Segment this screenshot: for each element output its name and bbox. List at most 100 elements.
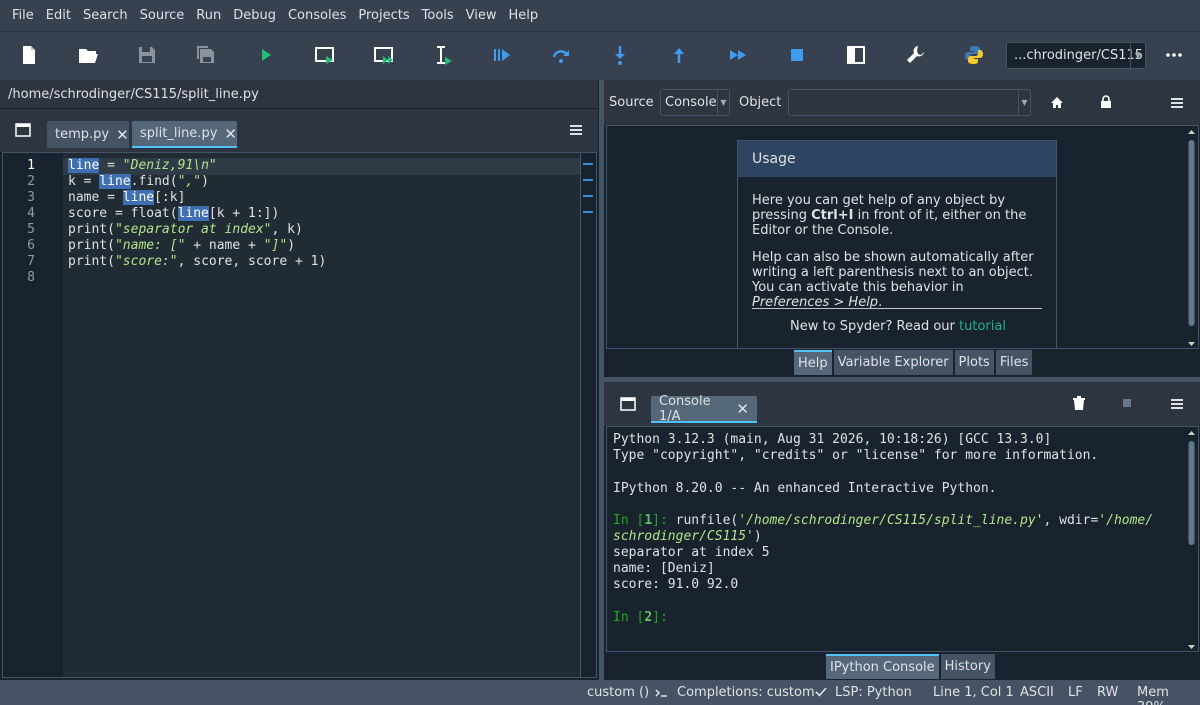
debug-file-button[interactable]: [487, 40, 517, 70]
save-all-button[interactable]: [191, 40, 221, 70]
step-into-button[interactable]: [605, 40, 635, 70]
status-memory: Mem 39%: [1137, 685, 1169, 705]
menu-debug[interactable]: Debug: [227, 8, 282, 23]
occurrence-mark: [583, 163, 593, 165]
working-directory-combo[interactable]: ...chrodinger/CS115 ▼: [1006, 42, 1146, 69]
preferences-button[interactable]: [900, 40, 930, 70]
tab-split-line-py[interactable]: split_line.py ✕: [132, 121, 237, 148]
line-number: 6: [27, 238, 35, 253]
line-number: 8: [27, 270, 35, 285]
console-prompt-line[interactable]: In [2]:: [613, 610, 676, 626]
usage-text: Help can also be shown automatically aft…: [752, 250, 1034, 295]
run-cell-button[interactable]: [310, 40, 340, 70]
python-path-button[interactable]: [959, 40, 989, 70]
editor-tab-bar: temp.py ✕ split_line.py ✕: [0, 108, 598, 152]
code-line-4: score = float(line[k + 1:]): [68, 206, 280, 221]
console-scrollbar[interactable]: [1187, 429, 1196, 651]
help-toolbar: Source Console ▼ Object ▼: [604, 80, 1200, 125]
close-icon[interactable]: ✕: [116, 126, 129, 144]
status-lsp[interactable]: LSP: Python: [835, 685, 912, 700]
close-icon[interactable]: ✕: [224, 125, 237, 143]
window-pane-icon[interactable]: [620, 397, 636, 411]
string-literal: schrodinger/CS115': [613, 529, 754, 544]
tab-variable-explorer[interactable]: Variable Explorer: [833, 350, 953, 375]
stop-kernel-icon[interactable]: [1123, 399, 1131, 407]
lock-icon[interactable]: [1100, 95, 1112, 109]
editor-scroll-flags[interactable]: [580, 153, 596, 677]
toolbar-options-button[interactable]: [1159, 40, 1189, 70]
tutorial-link[interactable]: tutorial: [959, 319, 1006, 334]
editor-file-path: /home/schrodinger/CS115/split_line.py: [8, 86, 259, 102]
object-combo[interactable]: ▼: [788, 89, 1031, 116]
line-number: 5: [27, 222, 35, 237]
menu-projects[interactable]: Projects: [352, 8, 415, 23]
console-output-line: score: 91.0 92.0: [613, 577, 739, 592]
open-file-button[interactable]: [73, 40, 103, 70]
play-icon: [262, 49, 271, 61]
python-icon: [965, 46, 983, 64]
run-selection-button[interactable]: [428, 40, 458, 70]
usage-paragraph-2: Help can also be shown automatically aft…: [752, 250, 1042, 310]
status-completions[interactable]: Completions: custom: [677, 685, 815, 700]
tab-console-1a[interactable]: Console 1/A ✕: [651, 393, 757, 424]
wrench-icon: [907, 46, 924, 63]
menu-run[interactable]: Run: [190, 8, 227, 23]
trash-icon[interactable]: [1073, 396, 1085, 410]
menu-consoles[interactable]: Consoles: [282, 8, 352, 23]
step-into-icon: [615, 46, 625, 65]
occurrence-mark: [583, 179, 593, 181]
editor-options-menu-icon[interactable]: [570, 125, 582, 135]
console-options-menu-icon[interactable]: [1171, 399, 1183, 409]
step-over-button[interactable]: [546, 40, 576, 70]
menu-view[interactable]: View: [460, 8, 503, 23]
string-literal: '/home/: [1098, 513, 1154, 528]
tab-plots[interactable]: Plots: [954, 350, 994, 375]
close-icon[interactable]: ✕: [736, 400, 749, 418]
help-options-menu-icon[interactable]: [1171, 98, 1183, 108]
stop-button[interactable]: [782, 40, 812, 70]
console-pane-tabs: IPython Console History: [826, 654, 997, 680]
continue-button[interactable]: [723, 40, 753, 70]
tab-history[interactable]: History: [940, 654, 995, 679]
code-line-6: print("name: [" + name + "]"): [68, 238, 296, 253]
step-return-button[interactable]: [664, 40, 694, 70]
code-editor[interactable]: 1 2 3 4 5 6 7 8 line = "Deniz,91\n" k = …: [2, 152, 597, 678]
status-encoding: ASCII: [1020, 685, 1054, 700]
code-line-7: print("score:", score, score + 1): [68, 254, 327, 269]
line-number: 7: [27, 254, 35, 269]
home-icon[interactable]: [1050, 96, 1064, 109]
menu-help[interactable]: Help: [503, 8, 545, 23]
console-input-line: In [1]: runfile('/home/schrodinger/CS115…: [613, 513, 1153, 529]
debug-play-icon: [494, 49, 510, 61]
tab-files[interactable]: Files: [995, 350, 1033, 375]
tab-help[interactable]: Help: [794, 350, 832, 375]
code-line-2: k = line.find(","): [68, 174, 209, 189]
code-line-3: name = line[:k]: [68, 190, 186, 205]
new-file-icon: [23, 46, 35, 64]
usage-footer-text: New to Spyder? Read our: [790, 319, 960, 334]
menu-file[interactable]: File: [6, 8, 40, 23]
new-file-button[interactable]: [14, 40, 44, 70]
run-cell-advance-button[interactable]: [369, 40, 399, 70]
menu-search[interactable]: Search: [77, 8, 134, 23]
tab-ipython-console[interactable]: IPython Console: [826, 654, 939, 679]
menu-source[interactable]: Source: [134, 8, 191, 23]
status-environment[interactable]: custom (): [587, 685, 649, 700]
code-text-area[interactable]: line = "Deniz,91\n" k = line.find(",") n…: [63, 153, 581, 677]
line-number-gutter: 1 2 3 4 5 6 7 8: [3, 153, 63, 677]
prompt: ]:: [652, 610, 676, 625]
menu-tools[interactable]: Tools: [416, 8, 460, 23]
tab-temp-py[interactable]: temp.py ✕: [47, 121, 129, 148]
source-combo[interactable]: Console ▼: [660, 89, 730, 116]
ipython-console-output[interactable]: Python 3.12.3 (main, Aug 31 2026, 10:18:…: [606, 426, 1199, 652]
chevron-down-icon[interactable]: ▼: [1130, 43, 1145, 68]
maximize-pane-button[interactable]: [841, 40, 871, 70]
window-pane-icon[interactable]: [15, 123, 31, 137]
save-file-button[interactable]: [132, 40, 162, 70]
menu-edit[interactable]: Edit: [40, 8, 77, 23]
help-scrollbar[interactable]: [1187, 128, 1196, 348]
line-number: 1: [27, 158, 35, 173]
run-file-button[interactable]: [251, 40, 281, 70]
tab-label: Console 1/A: [659, 393, 711, 424]
code-line-5: print("separator at index", k): [68, 222, 303, 237]
